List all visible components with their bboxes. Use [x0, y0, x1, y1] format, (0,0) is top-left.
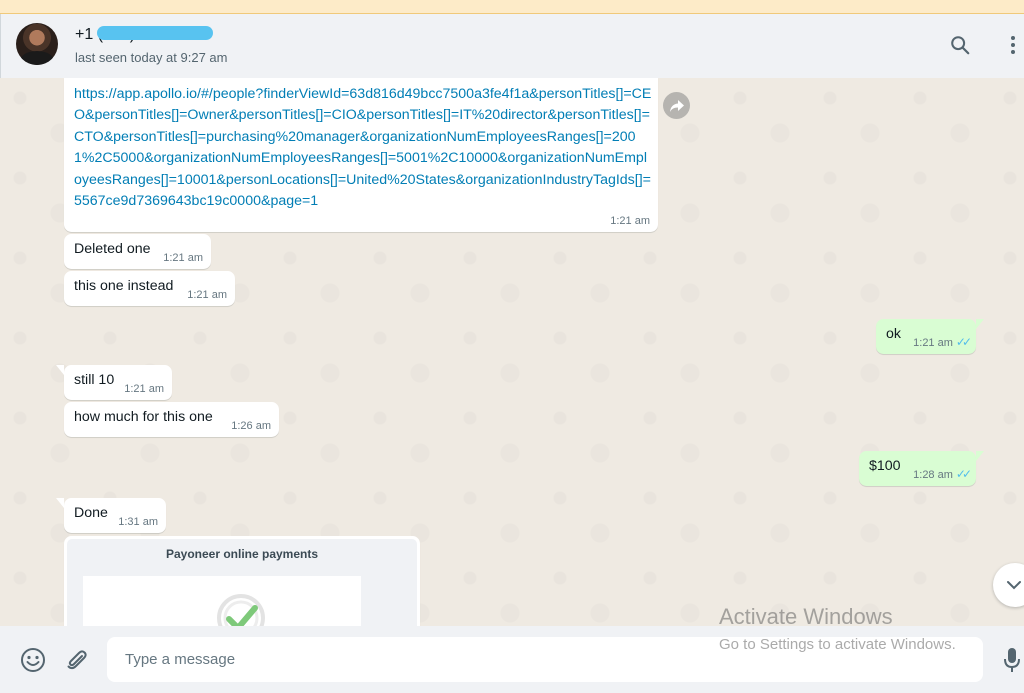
last-seen-status: last seen today at 9:27 am: [75, 50, 228, 65]
message-bubble-link[interactable]: https://app.apollo.io/#/people?finderVie…: [64, 78, 658, 232]
message-bubble[interactable]: Done 1:31 am: [56, 498, 166, 533]
message-time: 1:21 am: [124, 383, 164, 395]
message-time: 1:31 am: [118, 516, 158, 528]
message-time: 1:28 am ✓✓: [913, 467, 972, 481]
double-check-icon: ✓✓: [955, 467, 972, 481]
message-bubble-outgoing[interactable]: $100 1:28 am ✓✓: [859, 451, 984, 486]
message-bubble-outgoing[interactable]: ok 1:21 am ✓✓: [876, 319, 984, 354]
more-vertical-icon[interactable]: [1000, 32, 1024, 58]
message-time: 1:21 am ✓✓: [913, 335, 972, 349]
double-check-icon: ✓✓: [955, 335, 972, 349]
message-list[interactable]: https://app.apollo.io/#/people?finderVie…: [0, 78, 1024, 626]
message-time: 1:26 am: [231, 420, 271, 432]
microphone-icon[interactable]: [998, 646, 1024, 674]
message-composer-bar: [0, 626, 1024, 693]
avatar[interactable]: [16, 23, 58, 65]
attachment-title: Payoneer online payments: [165, 547, 319, 561]
chat-header[interactable]: +1 (973) 641-6072 last seen today at 9:2…: [0, 14, 1024, 78]
message-time: 1:21 am: [187, 289, 227, 301]
message-bubble[interactable]: Deleted one 1:21 am: [64, 234, 211, 269]
message-time: 1:21 am: [163, 252, 203, 264]
message-text: how much for this one: [74, 409, 213, 425]
checkmark-icon: [217, 594, 265, 626]
message-bubble[interactable]: this one instead 1:21 am: [64, 271, 235, 306]
message-time: 1:21 am: [610, 215, 650, 227]
message-input[interactable]: [107, 637, 983, 682]
message-text: still 10: [74, 372, 115, 388]
message-text: Deleted one: [74, 241, 151, 257]
redaction-mark: [97, 26, 213, 40]
browser-top-strip: [0, 0, 1024, 14]
message-text: ok: [886, 326, 901, 342]
message-text: this one instead: [74, 278, 174, 294]
message-bubble[interactable]: how much for this one 1:26 am: [64, 402, 279, 437]
message-bubble[interactable]: still 10 1:21 am: [56, 365, 172, 400]
message-text: Done: [74, 505, 108, 521]
message-link[interactable]: https://app.apollo.io/#/people?finderVie…: [74, 84, 652, 212]
search-icon[interactable]: [947, 32, 973, 58]
attachment-image: [83, 576, 361, 626]
attachment-card[interactable]: Payoneer online payments: [64, 536, 420, 626]
forward-icon[interactable]: [663, 92, 690, 119]
message-text: $100: [869, 458, 901, 474]
emoji-icon[interactable]: [19, 646, 47, 674]
paperclip-icon[interactable]: [63, 646, 91, 674]
attachment-preview[interactable]: Payoneer online payments: [67, 539, 417, 626]
